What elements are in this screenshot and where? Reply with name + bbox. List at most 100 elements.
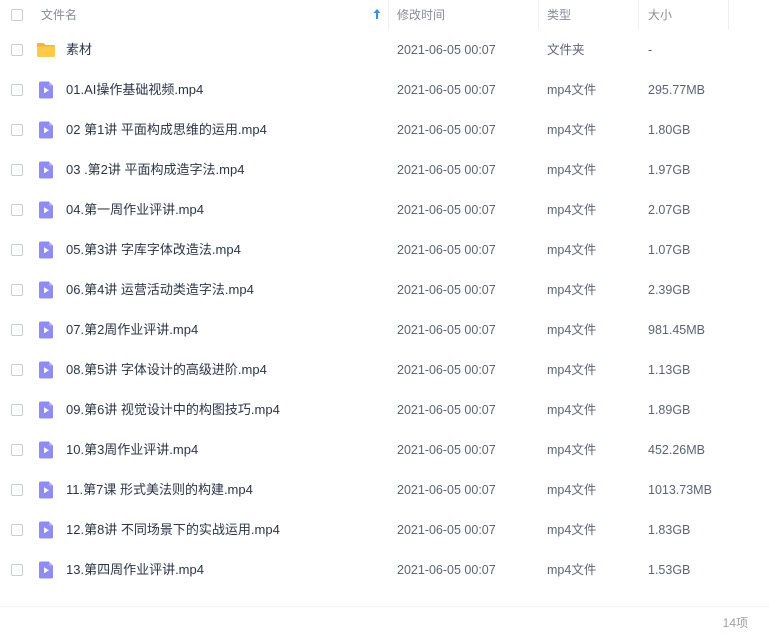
video-file-icon: [39, 281, 53, 299]
video-file-icon: [39, 561, 53, 579]
file-size: 2.39GB: [648, 283, 691, 297]
file-row[interactable]: 05.第3讲 字库字体改造法.mp4 2021-06-05 00:07 mp4文件 1…: [0, 230, 769, 270]
select-all-checkbox[interactable]: [11, 9, 23, 21]
row-checkbox[interactable]: [11, 364, 23, 376]
file-type: mp4文件: [547, 123, 597, 137]
column-divider[interactable]: [538, 0, 539, 30]
video-file-icon: [39, 121, 53, 139]
file-size: 1013.73MB: [648, 483, 712, 497]
file-row[interactable]: 02 第1讲 平面构成思维的运用.mp4 2021-06-05 00:07 mp4文…: [0, 110, 769, 150]
row-checkbox[interactable]: [11, 484, 23, 496]
file-name[interactable]: 10.第3周作业评讲.mp4: [66, 442, 198, 458]
row-checkbox[interactable]: [11, 404, 23, 416]
column-divider[interactable]: [728, 0, 729, 30]
row-checkbox[interactable]: [11, 564, 23, 576]
file-name[interactable]: 13.第四周作业评讲.mp4: [66, 562, 204, 578]
video-file-icon: [39, 521, 53, 539]
file-row[interactable]: 04.第一周作业评讲.mp4 2021-06-05 00:07 mp4文件 2.07G…: [0, 190, 769, 230]
row-checkbox[interactable]: [11, 524, 23, 536]
file-type: 文件夹: [547, 43, 585, 57]
file-name[interactable]: 12.第8讲 不同场景下的实战运用.mp4: [66, 522, 280, 538]
video-file-icon: [39, 241, 53, 259]
row-checkbox[interactable]: [11, 124, 23, 136]
file-name[interactable]: 11.第7课 形式美法则的构建.mp4: [66, 482, 253, 498]
file-name[interactable]: 07.第2周作业评讲.mp4: [66, 322, 198, 338]
modified-time: 2021-06-05 00:07: [397, 243, 496, 257]
modified-time: 2021-06-05 00:07: [397, 483, 496, 497]
file-size: 2.07GB: [648, 203, 691, 217]
file-name[interactable]: 04.第一周作业评讲.mp4: [66, 202, 204, 218]
file-name[interactable]: 05.第3讲 字库字体改造法.mp4: [66, 242, 241, 258]
file-size: 1.80GB: [648, 123, 691, 137]
file-name[interactable]: 08.第5讲 字体设计的高级进阶.mp4: [66, 362, 267, 378]
column-divider[interactable]: [388, 0, 389, 30]
video-file-icon: [39, 481, 53, 499]
file-type: mp4文件: [547, 483, 597, 497]
modified-time: 2021-06-05 00:07: [397, 363, 496, 377]
column-divider[interactable]: [638, 0, 639, 30]
file-row[interactable]: 素材 2021-06-05 00:07 文件夹 -: [0, 30, 769, 70]
file-row[interactable]: 06.第4讲 运营活动类造字法.mp4 2021-06-05 00:07 mp4文件…: [0, 270, 769, 310]
item-count: 14项: [722, 616, 748, 630]
row-checkbox[interactable]: [11, 244, 23, 256]
row-checkbox[interactable]: [11, 324, 23, 336]
file-type: mp4文件: [547, 83, 597, 97]
modified-time: 2021-06-05 00:07: [397, 283, 496, 297]
file-type: mp4文件: [547, 563, 597, 577]
file-row[interactable]: 03 .第2讲 平面构成造字法.mp4 2021-06-05 00:07 mp4文件…: [0, 150, 769, 190]
file-size: 295.77MB: [648, 83, 705, 97]
file-list: 文件名 修改时间 类型 大小 素材 2021-06-05 00:07 文件夹 - 01.…: [0, 0, 769, 606]
row-checkbox[interactable]: [11, 204, 23, 216]
modified-time: 2021-06-05 00:07: [397, 323, 496, 337]
file-name[interactable]: 素材: [66, 42, 92, 58]
file-row[interactable]: 01.AI操作基础视频.mp4 2021-06-05 00:07 mp4文件 295.…: [0, 70, 769, 110]
video-file-icon: [39, 361, 53, 379]
row-checkbox[interactable]: [11, 444, 23, 456]
video-file-icon: [39, 401, 53, 419]
file-type: mp4文件: [547, 443, 597, 457]
modified-time: 2021-06-05 00:07: [397, 523, 496, 537]
folder-icon: [37, 43, 55, 57]
column-header-size[interactable]: 大小: [648, 7, 672, 23]
video-file-icon: [39, 81, 53, 99]
file-name[interactable]: 01.AI操作基础视频.mp4: [66, 82, 203, 98]
row-checkbox[interactable]: [11, 84, 23, 96]
row-checkbox[interactable]: [11, 164, 23, 176]
arrow-up-icon[interactable]: [372, 8, 382, 20]
file-row[interactable]: 13.第四周作业评讲.mp4 2021-06-05 00:07 mp4文件 1.53G…: [0, 550, 769, 590]
row-checkbox[interactable]: [11, 44, 23, 56]
video-file-icon: [39, 201, 53, 219]
video-file-icon: [39, 161, 53, 179]
modified-time: 2021-06-05 00:07: [397, 83, 496, 97]
file-type: mp4文件: [547, 243, 597, 257]
file-size: -: [648, 43, 653, 57]
modified-time: 2021-06-05 00:07: [397, 563, 496, 577]
file-type: mp4文件: [547, 363, 597, 377]
file-size: 452.26MB: [648, 443, 705, 457]
list-header: 文件名 修改时间 类型 大小: [0, 0, 769, 30]
file-size: 1.89GB: [648, 403, 691, 417]
file-size: 981.45MB: [648, 323, 705, 337]
file-size: 1.83GB: [648, 523, 691, 537]
file-type: mp4文件: [547, 323, 597, 337]
file-row[interactable]: 12.第8讲 不同场景下的实战运用.mp4 2021-06-05 00:07 mp4…: [0, 510, 769, 550]
file-type: mp4文件: [547, 283, 597, 297]
file-name[interactable]: 02 第1讲 平面构成思维的运用.mp4: [66, 122, 267, 138]
column-header-time[interactable]: 修改时间: [397, 7, 445, 23]
file-name[interactable]: 06.第4讲 运营活动类造字法.mp4: [66, 282, 254, 298]
file-name[interactable]: 09.第6讲 视觉设计中的构图技巧.mp4: [66, 402, 280, 418]
file-row[interactable]: 09.第6讲 视觉设计中的构图技巧.mp4 2021-06-05 00:07 mp4…: [0, 390, 769, 430]
file-name[interactable]: 03 .第2讲 平面构成造字法.mp4: [66, 162, 244, 178]
footer-divider: [0, 606, 769, 607]
file-row[interactable]: 08.第5讲 字体设计的高级进阶.mp4 2021-06-05 00:07 mp4文…: [0, 350, 769, 390]
column-header-name[interactable]: 文件名: [41, 7, 77, 23]
file-row[interactable]: 11.第7课 形式美法则的构建.mp4 2021-06-05 00:07 mp4文件…: [0, 470, 769, 510]
row-checkbox[interactable]: [11, 284, 23, 296]
modified-time: 2021-06-05 00:07: [397, 163, 496, 177]
file-row[interactable]: 07.第2周作业评讲.mp4 2021-06-05 00:07 mp4文件 981.4…: [0, 310, 769, 350]
column-header-type[interactable]: 类型: [547, 7, 571, 23]
file-row[interactable]: 10.第3周作业评讲.mp4 2021-06-05 00:07 mp4文件 452.2…: [0, 430, 769, 470]
file-type: mp4文件: [547, 523, 597, 537]
file-size: 1.07GB: [648, 243, 691, 257]
file-type: mp4文件: [547, 203, 597, 217]
